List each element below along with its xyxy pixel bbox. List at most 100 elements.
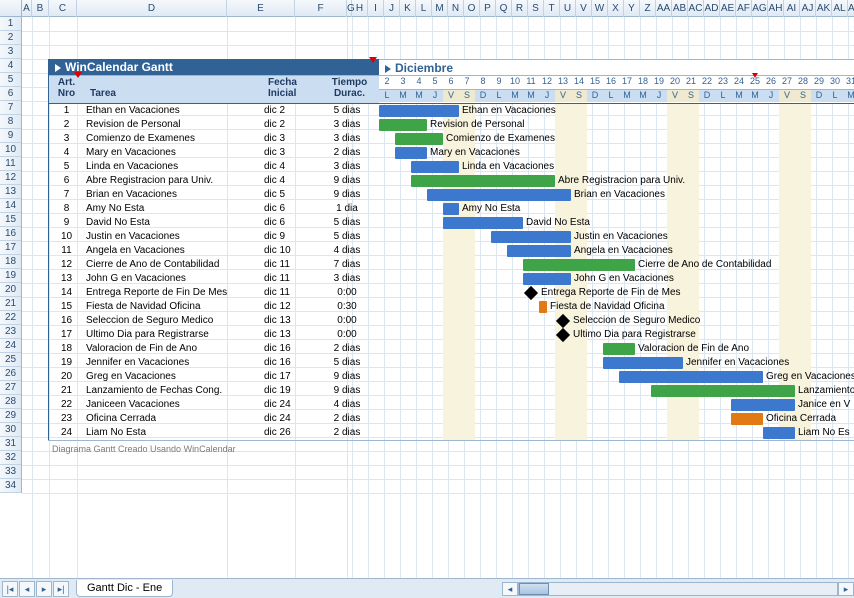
- row-header-31[interactable]: 31: [0, 437, 21, 451]
- row-header-15[interactable]: 15: [0, 213, 21, 227]
- row-header-28[interactable]: 28: [0, 395, 21, 409]
- table-row[interactable]: 4 Mary en Vacaciones dic 3 2 dias: [49, 146, 379, 160]
- comment-indicator-icon[interactable]: [74, 72, 82, 78]
- table-row[interactable]: 12 Cierre de Ano de Contabilidad dic 11 …: [49, 258, 379, 272]
- row-header-22[interactable]: 22: [0, 311, 21, 325]
- col-header-V[interactable]: V: [576, 0, 592, 17]
- row-header-2[interactable]: 2: [0, 31, 21, 45]
- col-header-I[interactable]: I: [368, 0, 384, 17]
- col-header-P[interactable]: P: [480, 0, 496, 17]
- col-header-F[interactable]: F: [295, 0, 347, 17]
- tab-last-button[interactable]: ▸|: [53, 581, 69, 597]
- table-row[interactable]: 15 Fiesta de Navidad Oficina dic 12 0:30: [49, 300, 379, 314]
- tab-first-button[interactable]: |◂: [2, 581, 18, 597]
- row-header-10[interactable]: 10: [0, 143, 21, 157]
- col-header-T[interactable]: T: [544, 0, 560, 17]
- table-row[interactable]: 5 Linda en Vacaciones dic 4 3 dias: [49, 160, 379, 174]
- row-header-19[interactable]: 19: [0, 269, 21, 283]
- col-header-N[interactable]: N: [448, 0, 464, 17]
- worksheet-grid[interactable]: WinCalendar Gantt Diciembre Art.Nro Tare…: [22, 17, 854, 578]
- row-header-1[interactable]: 1: [0, 17, 21, 31]
- table-row[interactable]: 9 David No Esta dic 6 5 dias: [49, 216, 379, 230]
- row-header-21[interactable]: 21: [0, 297, 21, 311]
- col-header-E[interactable]: E: [227, 0, 295, 17]
- table-row[interactable]: 6 Abre Registracion para Univ. dic 4 9 d…: [49, 174, 379, 188]
- row-header-24[interactable]: 24: [0, 339, 21, 353]
- row-header-8[interactable]: 8: [0, 115, 21, 129]
- col-header-A[interactable]: A: [22, 0, 32, 17]
- row-header-17[interactable]: 17: [0, 241, 21, 255]
- col-header-B[interactable]: B: [32, 0, 49, 17]
- col-header-U[interactable]: U: [560, 0, 576, 17]
- col-header-J[interactable]: J: [384, 0, 400, 17]
- table-row[interactable]: 21 Lanzamiento de Fechas Cong. dic 19 9 …: [49, 384, 379, 398]
- scroll-left-button[interactable]: ◂: [502, 582, 518, 596]
- row-header-34[interactable]: 34: [0, 479, 21, 493]
- horizontal-scrollbar[interactable]: ◂ ▸: [502, 582, 854, 596]
- scroll-thumb[interactable]: [519, 583, 549, 595]
- row-header-23[interactable]: 23: [0, 325, 21, 339]
- table-row[interactable]: 2 Revision de Personal dic 2 3 dias: [49, 118, 379, 132]
- col-header-AJ[interactable]: AJ: [800, 0, 816, 17]
- row-header-3[interactable]: 3: [0, 45, 21, 59]
- col-header-AK[interactable]: AK: [816, 0, 832, 17]
- col-header-D[interactable]: D: [77, 0, 227, 17]
- table-row[interactable]: 8 Amy No Esta dic 6 1 dia: [49, 202, 379, 216]
- col-header-S[interactable]: S: [528, 0, 544, 17]
- col-header-C[interactable]: C: [49, 0, 77, 17]
- col-header-AF[interactable]: AF: [736, 0, 752, 17]
- row-header-6[interactable]: 6: [0, 87, 21, 101]
- row-header-30[interactable]: 30: [0, 423, 21, 437]
- col-header-Z[interactable]: Z: [640, 0, 656, 17]
- comment-indicator-icon[interactable]: [369, 57, 377, 63]
- table-row[interactable]: 16 Seleccion de Seguro Medico dic 13 0:0…: [49, 314, 379, 328]
- table-row[interactable]: 13 John G en Vacaciones dic 11 3 dias: [49, 272, 379, 286]
- row-header-11[interactable]: 11: [0, 157, 21, 171]
- col-header-AC[interactable]: AC: [688, 0, 704, 17]
- table-row[interactable]: 1 Ethan en Vacaciones dic 2 5 dias: [49, 104, 379, 118]
- table-row[interactable]: 22 Janiceen Vacaciones dic 24 4 dias: [49, 398, 379, 412]
- table-row[interactable]: 10 Justin en Vacaciones dic 9 5 dias: [49, 230, 379, 244]
- row-header-27[interactable]: 27: [0, 381, 21, 395]
- row-header-20[interactable]: 20: [0, 283, 21, 297]
- scroll-track[interactable]: [518, 582, 838, 596]
- row-header-12[interactable]: 12: [0, 171, 21, 185]
- scroll-right-button[interactable]: ▸: [838, 582, 854, 596]
- table-row[interactable]: 20 Greg en Vacaciones dic 17 9 dias: [49, 370, 379, 384]
- col-header-X[interactable]: X: [608, 0, 624, 17]
- col-header-AA[interactable]: AA: [656, 0, 672, 17]
- col-header-M[interactable]: M: [432, 0, 448, 17]
- row-header-5[interactable]: 5: [0, 73, 21, 87]
- row-header-18[interactable]: 18: [0, 255, 21, 269]
- col-header-AH[interactable]: AH: [768, 0, 784, 17]
- row-header-25[interactable]: 25: [0, 353, 21, 367]
- row-header-14[interactable]: 14: [0, 199, 21, 213]
- col-header-H[interactable]: H: [352, 0, 368, 17]
- tab-prev-button[interactable]: ◂: [19, 581, 35, 597]
- col-header-AI[interactable]: AI: [784, 0, 800, 17]
- col-header-W[interactable]: W: [592, 0, 608, 17]
- col-header-L[interactable]: L: [416, 0, 432, 17]
- col-header-AD[interactable]: AD: [704, 0, 720, 17]
- row-header-29[interactable]: 29: [0, 409, 21, 423]
- col-header-R[interactable]: R: [512, 0, 528, 17]
- row-header-16[interactable]: 16: [0, 227, 21, 241]
- sheet-tab-active[interactable]: Gantt Dic - Ene: [76, 580, 173, 597]
- col-header-Q[interactable]: Q: [496, 0, 512, 17]
- select-all-corner[interactable]: [0, 0, 22, 16]
- table-row[interactable]: 11 Angela en Vacaciones dic 10 4 dias: [49, 244, 379, 258]
- row-header-7[interactable]: 7: [0, 101, 21, 115]
- col-header-AG[interactable]: AG: [752, 0, 768, 17]
- col-header-K[interactable]: K: [400, 0, 416, 17]
- col-header-AL[interactable]: AL: [832, 0, 848, 17]
- table-row[interactable]: 14 Entrega Reporte de Fin De Mes dic 11 …: [49, 286, 379, 300]
- table-row[interactable]: 23 Oficina Cerrada dic 24 2 dias: [49, 412, 379, 426]
- row-header-9[interactable]: 9: [0, 129, 21, 143]
- row-header-33[interactable]: 33: [0, 465, 21, 479]
- col-header-AM[interactable]: AM: [848, 0, 854, 17]
- table-row[interactable]: 3 Comienzo de Examenes dic 3 3 dias: [49, 132, 379, 146]
- col-header-O[interactable]: O: [464, 0, 480, 17]
- table-row[interactable]: 24 Liam No Esta dic 26 2 dias: [49, 426, 379, 440]
- table-row[interactable]: 19 Jennifer en Vacaciones dic 16 5 dias: [49, 356, 379, 370]
- col-header-Y[interactable]: Y: [624, 0, 640, 17]
